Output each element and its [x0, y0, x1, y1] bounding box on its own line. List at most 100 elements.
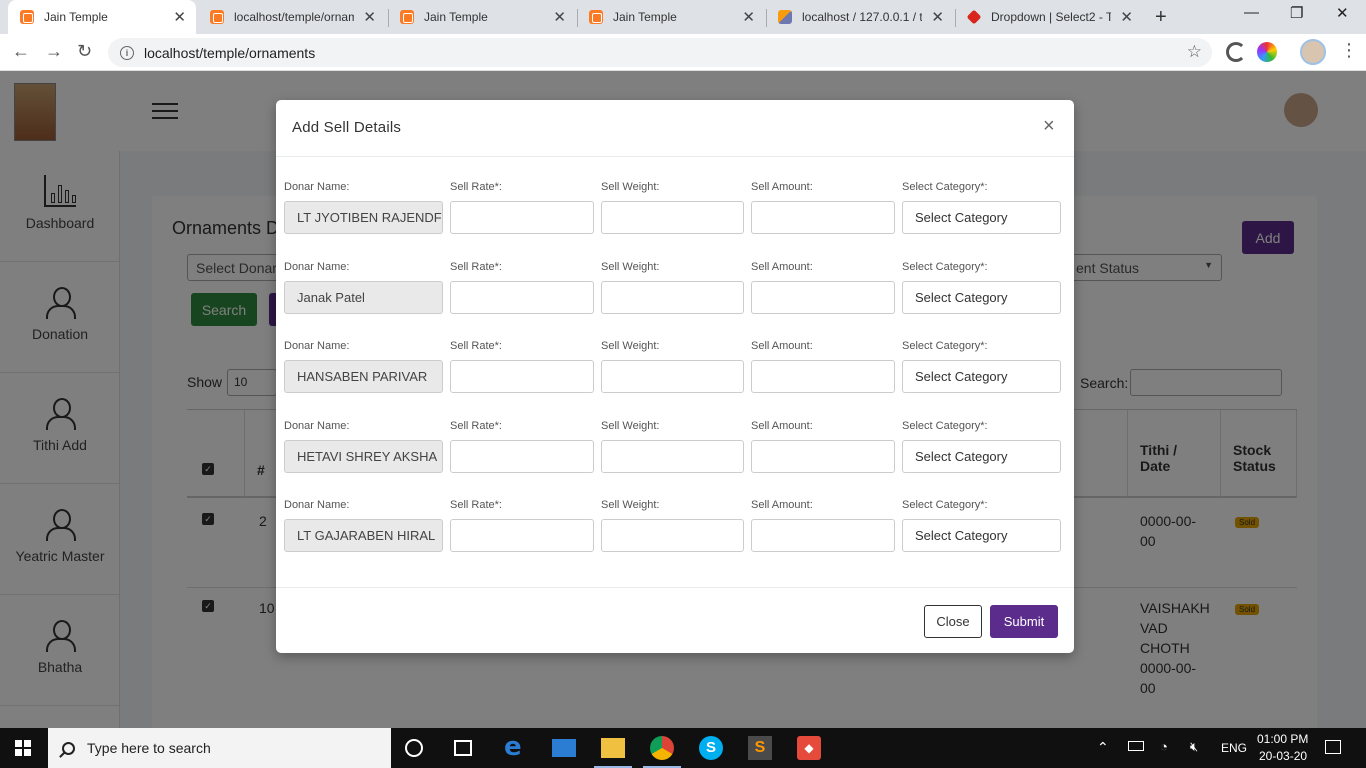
select2-icon — [966, 9, 982, 25]
bookmark-star-icon[interactable]: ☆ — [1187, 42, 1202, 62]
reload-icon[interactable]: ↻ — [77, 41, 92, 62]
browser-tab-2[interactable]: localhost/temple/ornam ✕ — [198, 0, 386, 34]
cortana-icon[interactable] — [405, 739, 423, 757]
sell-amount-input[interactable] — [751, 360, 895, 393]
clock-time[interactable]: 01:00 PM — [1257, 732, 1308, 746]
sell-rate-label: Sell Rate*: — [450, 499, 502, 511]
minimize-icon[interactable]: — — [1244, 4, 1259, 21]
menu-kebab-icon[interactable]: ⋮ — [1340, 40, 1358, 61]
close-tab-icon[interactable]: ✕ — [742, 8, 755, 26]
sell-form-row: Donar Name: LT GAJARABEN HIRAL Sell Rate*:… — [284, 499, 1064, 579]
sell-form-row: Donar Name: LT JYOTIBEN RAJENDF Sell Rate*… — [284, 181, 1064, 261]
browser-tab-1[interactable]: Jain Temple ✕ — [8, 0, 196, 34]
sell-rate-input[interactable] — [450, 360, 594, 393]
sublime-text-icon[interactable]: S — [748, 736, 772, 760]
category-select[interactable]: Select Category — [902, 360, 1061, 393]
donar-name-field: LT JYOTIBEN RAJENDF — [284, 201, 443, 234]
close-tab-icon[interactable]: ✕ — [173, 8, 186, 26]
file-explorer-icon[interactable] — [601, 738, 625, 758]
submit-button[interactable]: Submit — [990, 605, 1058, 638]
browser-tab-5[interactable]: localhost / 127.0.0.1 / te ✕ — [766, 0, 954, 34]
browser-tab-4[interactable]: Jain Temple ✕ — [577, 0, 765, 34]
sell-weight-input[interactable] — [601, 440, 744, 473]
category-select[interactable]: Select Category — [902, 440, 1061, 473]
close-icon[interactable]: × — [1043, 115, 1055, 138]
close-tab-icon[interactable]: ✕ — [1120, 8, 1133, 26]
site-info-icon[interactable]: i — [120, 45, 134, 60]
tray-expand-icon[interactable]: ⌃ — [1097, 739, 1109, 756]
task-view-icon[interactable] — [454, 740, 472, 756]
sell-weight-input[interactable] — [601, 360, 744, 393]
extension-icon[interactable] — [1226, 42, 1246, 62]
battery-icon[interactable] — [1128, 741, 1144, 751]
xampp-icon — [210, 10, 224, 24]
windows-taskbar: Type here to search e S S ◆ ⌃ ◔ 🔇︎ ENG 0… — [0, 728, 1366, 768]
sell-rate-input[interactable] — [450, 440, 594, 473]
mail-icon[interactable] — [552, 739, 576, 757]
donar-name-label: Donar Name: — [284, 420, 350, 432]
donar-name-field: HETAVI SHREY AKSHA — [284, 440, 443, 473]
wifi-icon[interactable]: ◔ — [1160, 739, 1168, 754]
category-label: Select Category*: — [902, 420, 988, 432]
category-select[interactable]: Select Category — [902, 281, 1061, 314]
address-bar[interactable]: i localhost/temple/ornaments ☆ — [108, 38, 1212, 67]
sell-rate-label: Sell Rate*: — [450, 420, 502, 432]
forward-icon[interactable]: → — [45, 41, 63, 62]
category-label: Select Category*: — [902, 181, 988, 193]
maximize-icon[interactable]: ❐ — [1290, 4, 1303, 22]
notifications-icon[interactable] — [1325, 740, 1341, 754]
category-label: Select Category*: — [902, 261, 988, 273]
language-indicator[interactable]: ENG — [1221, 741, 1247, 755]
window-close-icon[interactable]: ✕ — [1336, 4, 1349, 22]
sell-weight-label: Sell Weight: — [601, 499, 660, 511]
chrome-icon[interactable] — [650, 736, 674, 760]
browser-toolbar: ← → ↻ i localhost/temple/ornaments ☆ ⋮ — [0, 34, 1366, 71]
close-button[interactable]: Close — [924, 605, 982, 638]
donar-name-label: Donar Name: — [284, 181, 350, 193]
sell-rate-input[interactable] — [450, 201, 594, 234]
modal-title: Add Sell Details — [292, 119, 402, 136]
browser-tab-6[interactable]: Dropdown | Select2 - Th ✕ — [955, 0, 1143, 34]
sell-amount-label: Sell Amount: — [751, 340, 813, 352]
taskbar-search-box[interactable]: Type here to search — [48, 728, 391, 768]
tab-title: localhost / 127.0.0.1 / te — [802, 10, 922, 24]
taskbar-search-placeholder: Type here to search — [87, 740, 211, 756]
edge-icon[interactable]: e — [504, 732, 528, 762]
close-tab-icon[interactable]: ✕ — [553, 8, 566, 26]
sell-weight-label: Sell Weight: — [601, 261, 660, 273]
sell-rate-input[interactable] — [450, 281, 594, 314]
clock-date[interactable]: 20-03-20 — [1259, 749, 1307, 763]
windows-start-icon[interactable] — [15, 740, 31, 756]
phpmyadmin-icon — [778, 10, 792, 24]
back-icon[interactable]: ← — [12, 41, 30, 62]
sell-weight-input[interactable] — [601, 519, 744, 552]
sell-amount-input[interactable] — [751, 201, 895, 234]
donar-name-label: Donar Name: — [284, 261, 350, 273]
sell-amount-input[interactable] — [751, 281, 895, 314]
category-select[interactable]: Select Category — [902, 201, 1061, 234]
profile-avatar[interactable] — [1300, 39, 1326, 65]
color-picker-extension-icon[interactable] — [1257, 42, 1277, 62]
new-tab-icon[interactable]: + — [1155, 6, 1167, 29]
sell-form-row: Donar Name: Janak Patel Sell Rate*: Sell We… — [284, 261, 1064, 341]
sell-rate-label: Sell Rate*: — [450, 261, 502, 273]
sell-weight-label: Sell Weight: — [601, 420, 660, 432]
donar-name-field: LT GAJARABEN HIRAL — [284, 519, 443, 552]
skype-icon[interactable]: S — [699, 736, 723, 760]
browser-tab-3[interactable]: Jain Temple ✕ — [388, 0, 576, 34]
xampp-icon — [20, 10, 34, 24]
anydesk-icon[interactable]: ◆ — [797, 736, 821, 760]
donar-name-label: Donar Name: — [284, 340, 350, 352]
category-select[interactable]: Select Category — [902, 519, 1061, 552]
sell-amount-input[interactable] — [751, 440, 895, 473]
volume-muted-icon[interactable]: 🔇︎ — [1190, 739, 1198, 755]
sell-amount-input[interactable] — [751, 519, 895, 552]
sell-amount-label: Sell Amount: — [751, 261, 813, 273]
modal-footer: Close Submit — [276, 587, 1074, 653]
sell-weight-input[interactable] — [601, 281, 744, 314]
close-tab-icon[interactable]: ✕ — [931, 8, 944, 26]
close-tab-icon[interactable]: ✕ — [363, 8, 376, 26]
sell-rate-input[interactable] — [450, 519, 594, 552]
sell-form-row: Donar Name: HETAVI SHREY AKSHA Sell Rate*:… — [284, 420, 1064, 500]
sell-weight-input[interactable] — [601, 201, 744, 234]
